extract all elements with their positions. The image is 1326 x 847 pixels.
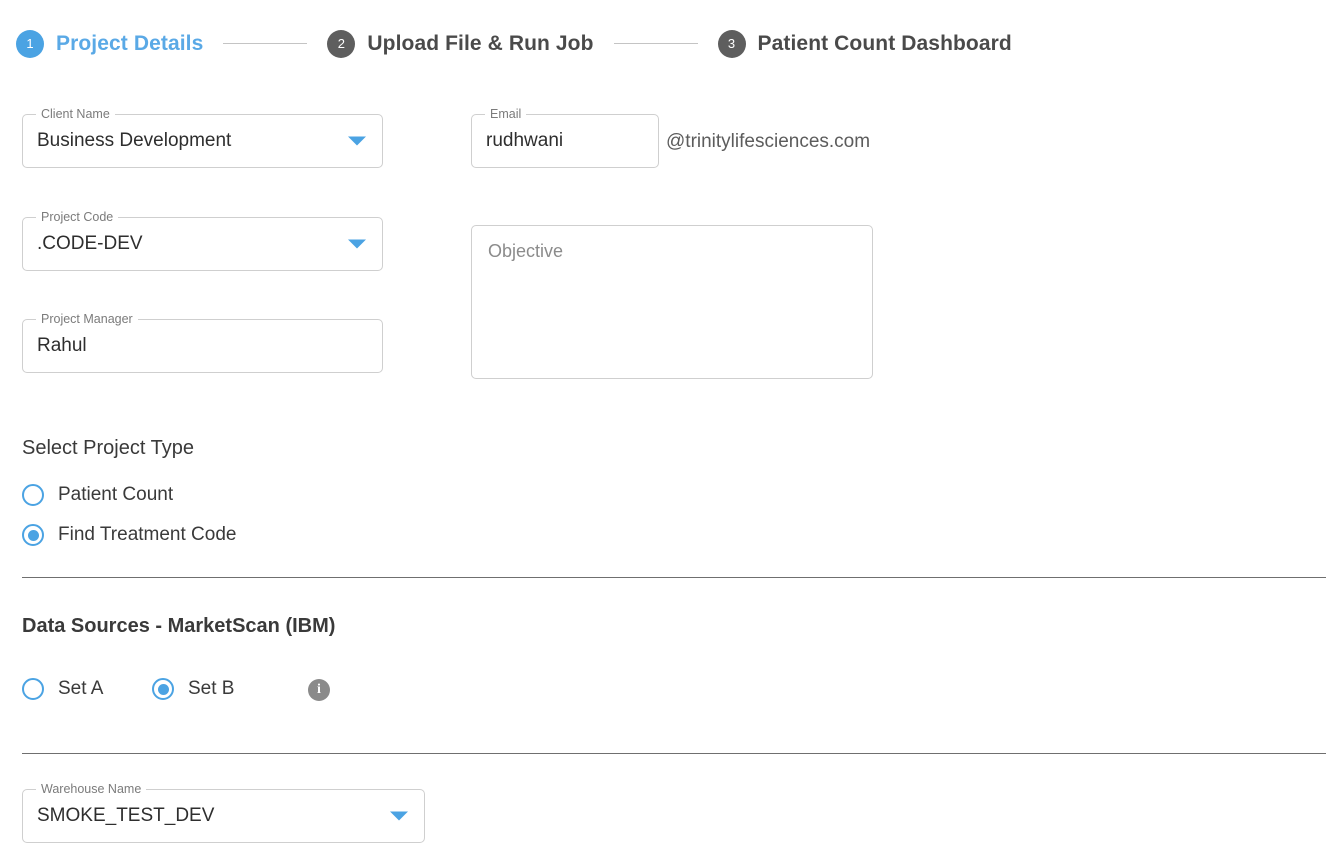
project-code-value: .CODE-DEV [37, 233, 143, 254]
step-connector-2 [613, 43, 698, 44]
objective-textarea[interactable]: Objective [471, 225, 873, 379]
chevron-down-icon[interactable] [348, 136, 366, 146]
select-project-type-heading: Select Project Type [22, 437, 194, 459]
step-patient-count-dashboard[interactable]: 3 Patient Count Dashboard [717, 29, 1012, 58]
project-manager-label: Project Manager [36, 312, 138, 326]
radio-label-set-a: Set A [58, 678, 104, 699]
step-project-details[interactable]: 1 Project Details [16, 29, 204, 58]
warehouse-name-label: Warehouse Name [36, 782, 147, 796]
radio-patient-count[interactable]: Patient Count [22, 484, 173, 506]
radio-label-set-b: Set B [188, 678, 235, 699]
step-number-badge-2: 2 [327, 29, 356, 58]
radio-label-patient-count: Patient Count [58, 484, 174, 505]
client-name-value: Business Development [37, 130, 232, 151]
client-name-label: Client Name [36, 107, 115, 121]
step-number-badge-1: 1 [16, 29, 44, 58]
step-label-upload-file-run-job: Upload File & Run Job [367, 31, 594, 55]
info-icon[interactable]: i [308, 679, 330, 701]
chevron-down-icon[interactable] [390, 811, 408, 821]
project-code-label: Project Code [36, 210, 119, 224]
section-divider [22, 577, 1326, 578]
radio-button-selected-icon[interactable] [152, 678, 174, 700]
data-sources-heading: Data Sources - MarketScan (IBM) [22, 615, 336, 637]
warehouse-name-value: SMOKE_TEST_DEV [37, 805, 215, 826]
radio-set-b[interactable]: Set B [152, 678, 234, 700]
radio-button-icon[interactable] [22, 484, 44, 506]
step-upload-file-run-job[interactable]: 2 Upload File & Run Job [327, 29, 594, 58]
email-input[interactable]: Email rudhwani [471, 107, 659, 168]
project-manager-input[interactable]: Project Manager Rahul [22, 312, 383, 373]
client-name-select[interactable]: Client Name Business Development [22, 107, 383, 168]
step-label-patient-count-dashboard: Patient Count Dashboard [757, 31, 1012, 55]
warehouse-name-select[interactable]: Warehouse Name SMOKE_TEST_DEV [22, 782, 425, 843]
stepper: 1 Project Details 2 Upload File & Run Jo… [0, 0, 1326, 62]
radio-find-treatment-code[interactable]: Find Treatment Code [22, 524, 236, 546]
section-divider [22, 753, 1326, 754]
email-label: Email [485, 107, 527, 121]
step-label-project-details: Project Details [56, 31, 204, 55]
step-number-badge-3: 3 [717, 29, 746, 58]
objective-placeholder: Objective [488, 241, 564, 261]
radio-button-icon[interactable] [22, 678, 44, 700]
chevron-down-icon[interactable] [348, 239, 366, 249]
radio-label-find-treatment-code: Find Treatment Code [58, 524, 237, 545]
email-value: rudhwani [486, 130, 564, 151]
radio-set-a[interactable]: Set A [22, 678, 103, 700]
project-manager-value: Rahul [37, 335, 87, 356]
radio-button-selected-icon[interactable] [22, 524, 44, 546]
step-connector-1 [223, 43, 308, 44]
project-code-select[interactable]: Project Code .CODE-DEV [22, 210, 383, 271]
email-domain-suffix: @trinitylifesciences.com [666, 131, 871, 152]
